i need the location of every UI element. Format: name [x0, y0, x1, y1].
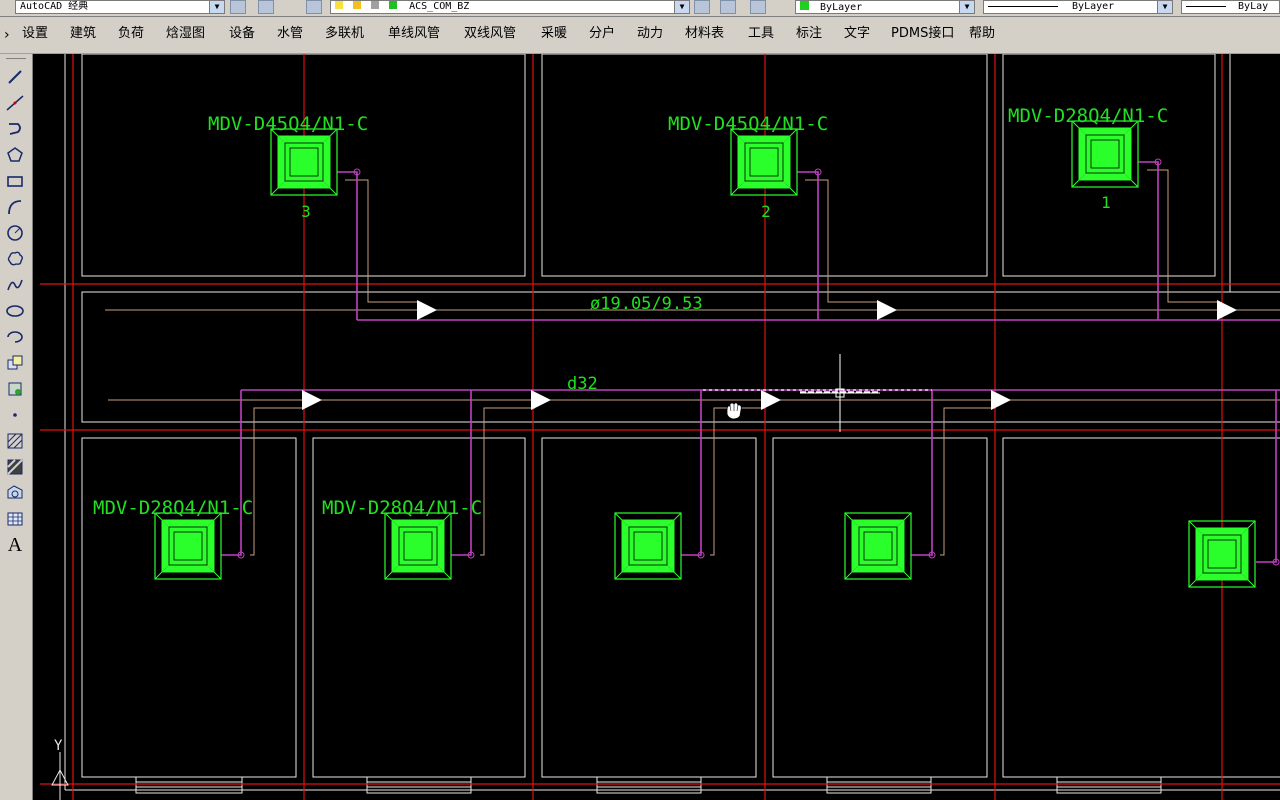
ucs-y-label: Y [54, 738, 63, 754]
make-block-icon[interactable] [4, 378, 26, 400]
ac-unit-5[interactable] [384, 512, 452, 580]
menu-household[interactable]: 分户 [589, 25, 615, 43]
ac-unit-3[interactable] [270, 128, 338, 196]
menu-water-pipe[interactable]: 水管 [277, 25, 303, 43]
toolbar-grip [6, 58, 26, 59]
drain-pipes [105, 169, 1280, 556]
drawing-canvas[interactable]: MDV-D45Q4/N1-C MDV-D45Q4/N1-C MDV-D28Q4/… [33, 54, 1280, 800]
unit-model-label: MDV-D28Q4/N1-C [1008, 105, 1168, 127]
layer-color-swatch [389, 1, 398, 9]
chevron-down-icon: ▼ [209, 1, 224, 13]
unit-model-label: MDV-D45Q4/N1-C [208, 113, 368, 135]
menu-double-line-duct[interactable]: 双线风管 [464, 25, 516, 43]
chevron-down-icon: ▼ [959, 1, 974, 13]
menu-material-list[interactable]: 材料表 [685, 25, 724, 43]
unit-number-label: 3 [301, 202, 311, 221]
menu-power[interactable]: 动力 [637, 25, 663, 43]
layer-value: ACS_COM_BZ [409, 1, 470, 12]
menu-heating[interactable]: 采暖 [541, 25, 567, 43]
layer-previous-icon[interactable] [720, 0, 736, 14]
menu-text[interactable]: 文字 [844, 25, 870, 43]
pan-hand-icon [726, 402, 742, 420]
ac-unit-1[interactable] [1071, 120, 1139, 188]
color-value: ByLayer [820, 2, 863, 13]
ucs-icon: Y [51, 738, 69, 800]
menu-pdms-interface[interactable]: PDMS接口 [891, 25, 954, 43]
lineweight-preview [1186, 5, 1226, 7]
menu-help[interactable]: 帮助 [969, 25, 995, 43]
ac-unit-2[interactable] [730, 128, 798, 196]
menu-settings[interactable]: 设置 [22, 25, 48, 43]
table-icon[interactable] [4, 508, 26, 530]
line-icon[interactable] [4, 66, 26, 88]
layer-states-icon[interactable] [750, 0, 766, 14]
drain-pipe-size-label: d32 [567, 374, 598, 394]
standard-toolbar: AutoCAD 经典 ▼ ACS_COM_BZ ▼ ByLayer ▼ ByLa… [0, 0, 1280, 17]
unit-number-label: 2 [761, 202, 771, 221]
menu-equipment[interactable]: 设备 [229, 25, 255, 43]
chevron-down-icon: ▼ [1157, 1, 1172, 13]
region-icon[interactable] [4, 482, 26, 504]
menu-vrf[interactable]: 多联机 [325, 25, 364, 43]
layer-on-icon [335, 1, 343, 9]
gradient-icon[interactable] [4, 456, 26, 478]
make-object-layer-current-icon[interactable] [694, 0, 710, 14]
multiline-text-icon[interactable]: A [4, 534, 26, 556]
color-dropdown[interactable]: ByLayer ▼ [795, 0, 975, 14]
polygon-icon[interactable] [4, 144, 26, 166]
window-symbols [135, 776, 1162, 794]
linetype-preview [988, 5, 1058, 7]
ac-unit-7[interactable] [844, 512, 912, 580]
draw-toolbar: A [0, 54, 33, 800]
unit-model-label: MDV-D28Q4/N1-C [93, 497, 253, 519]
menu-single-line-duct[interactable]: 单线风管 [388, 25, 440, 43]
unit-model-label: MDV-D28Q4/N1-C [322, 497, 482, 519]
ac-unit-6[interactable] [614, 512, 682, 580]
lineweight-dropdown[interactable]: ByLay [1181, 0, 1280, 14]
menu-tools[interactable]: 工具 [748, 25, 774, 43]
refrigerant-pipe-size-label: ø19.05/9.53 [590, 294, 703, 314]
spline-icon[interactable] [4, 274, 26, 296]
ac-unit-4[interactable] [154, 512, 222, 580]
crosshair-cursor [800, 354, 880, 432]
ac-unit-8[interactable] [1188, 520, 1256, 588]
unit-model-label: MDV-D45Q4/N1-C [668, 113, 828, 135]
layer-freeze-icon [353, 1, 362, 9]
menu-annotation[interactable]: 标注 [796, 25, 822, 43]
insert-block-icon[interactable] [4, 352, 26, 374]
unit-number-label: 1 [1101, 193, 1111, 212]
save-workspace-icon[interactable] [258, 0, 274, 14]
menu-bar: › 设置 建筑 负荷 焓湿图 设备 水管 多联机 单线风管 双线风管 采暖 分户… [0, 17, 1280, 54]
ellipse-arc-icon[interactable] [4, 326, 26, 348]
rectangle-icon[interactable] [4, 170, 26, 192]
menu-psychrometric[interactable]: 焓湿图 [166, 25, 205, 43]
layer-properties-icon[interactable] [306, 0, 322, 14]
menu-architecture[interactable]: 建筑 [70, 25, 96, 43]
arc-icon[interactable] [4, 196, 26, 218]
color-swatch [800, 1, 809, 10]
linetype-value: ByLayer [1072, 1, 1115, 12]
revision-cloud-icon[interactable] [4, 248, 26, 270]
lineweight-value: ByLay [1238, 1, 1269, 12]
workspace-settings-icon[interactable] [230, 0, 246, 14]
point-icon[interactable] [4, 404, 26, 426]
layer-lock-icon [371, 1, 380, 9]
construction-line-icon[interactable] [4, 92, 26, 114]
menu-load[interactable]: 负荷 [118, 25, 144, 43]
polyline-icon[interactable] [4, 118, 26, 140]
hatch-icon[interactable] [4, 430, 26, 452]
toolbar-grip-icon[interactable]: › [4, 27, 10, 43]
ellipse-icon[interactable] [4, 300, 26, 322]
flow-arrows [302, 300, 1237, 410]
workspace-value: AutoCAD 经典 [20, 1, 89, 12]
chevron-down-icon: ▼ [674, 1, 689, 13]
layer-dropdown[interactable]: ACS_COM_BZ ▼ [330, 0, 690, 14]
circle-icon[interactable] [4, 222, 26, 244]
workspace-dropdown[interactable]: AutoCAD 经典 ▼ [15, 0, 225, 14]
linetype-dropdown[interactable]: ByLayer ▼ [983, 0, 1173, 14]
